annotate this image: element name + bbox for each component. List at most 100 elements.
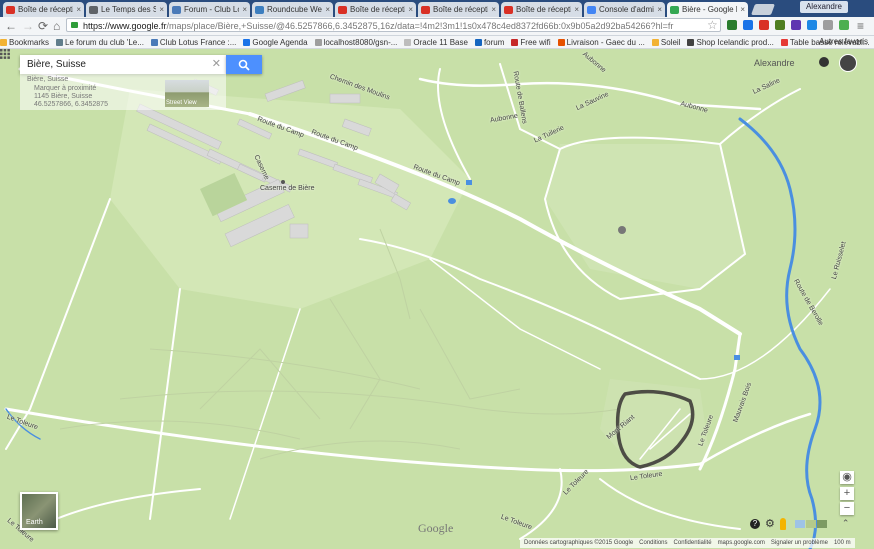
tab-close-icon[interactable]: × [242,5,247,14]
bookmark-item[interactable]: Oracle 11 Base [404,38,468,47]
browser-tab[interactable]: Bière - Google Maps× [667,2,748,17]
extension-icon[interactable] [727,20,737,30]
tabs: Boîte de réception×Le Temps des Serpe×Fo… [3,2,750,17]
extension-icon[interactable] [775,20,785,30]
help-icon[interactable]: ? [750,518,760,529]
profile-badge[interactable]: Alexandre [799,1,848,13]
report-problem-link[interactable]: Signaler un problème [771,540,828,546]
card-subtitle: Marquer à proximité [34,85,97,92]
browser-tab[interactable]: Boîte de réception× [335,2,416,17]
bookmark-label: Soleil [660,37,681,47]
layer-thumbnail[interactable] [794,519,805,528]
extension-icon[interactable] [839,20,849,30]
bookmark-label: localhost8080/gsn-... [323,37,398,47]
search-button[interactable] [226,55,262,74]
bookmark-star-icon[interactable]: ☆ [707,18,718,32]
tab-close-icon[interactable]: × [76,5,81,14]
tab-title: Boîte de réception [350,5,405,14]
zoom-in-button[interactable]: + [840,487,854,500]
google-logo: Google [418,521,454,535]
browser-tab[interactable]: Forum - Club Lotus× [169,2,250,17]
extension-icon[interactable] [743,20,753,30]
other-bookmarks[interactable]: Autres favoris [819,36,868,48]
tab-close-icon[interactable]: × [159,5,164,14]
bookmark-favicon-icon [557,38,565,46]
search-input[interactable] [27,57,202,71]
bookmark-item[interactable]: Google Agenda [243,37,308,47]
url-host: https://www.google.fr [83,21,167,31]
site-link[interactable]: maps.google.com [718,540,765,546]
menu-icon[interactable]: ≡ [857,18,864,34]
bookmark-item[interactable]: forum [474,37,505,47]
street-view-label: Street View [166,100,197,106]
zoom-out-button[interactable]: − [840,502,854,515]
bookmark-item[interactable]: Soleil [651,37,681,47]
tab-favicon-icon [255,5,264,14]
search-box: ✕ [20,55,226,74]
browser-tab[interactable]: Roundcube Webmail× [252,2,333,17]
map-canvas[interactable]: Route du Camp Route du Camp Route du Cam… [0,49,874,549]
avatar[interactable] [839,54,857,72]
bookmark-label: Club Lotus France :... [159,37,237,47]
bookmark-label: Oracle 11 Base [413,37,468,47]
bookmark-favicon-icon [150,38,158,46]
bookmark-item[interactable]: Club Lotus France :... [150,37,237,47]
close-icon[interactable]: ✕ [212,57,221,70]
tab-close-icon[interactable]: × [657,5,662,14]
extension-icon[interactable] [759,20,769,30]
privacy-link[interactable]: Confidentialité [674,540,712,546]
tab-favicon-icon [504,5,513,14]
browser-tab[interactable]: Boîte de réception× [418,2,499,17]
bookmark-item[interactable]: Livraison - Gaec du ... [557,38,645,47]
pegman-icon[interactable] [779,517,786,530]
browser-tab[interactable]: Boîte de réception× [3,2,84,17]
bookmark-favicon-icon [511,38,519,46]
account-name[interactable]: Alexandre [754,58,795,68]
bookmark-favicon-icon [780,38,788,46]
tab-close-icon[interactable]: × [740,5,745,14]
bookmark-label: forum [483,37,505,47]
bookmark-item[interactable]: Free wifi [511,38,551,47]
tab-close-icon[interactable]: × [408,5,413,14]
terms-link[interactable]: Conditions [639,540,667,546]
earth-label: Earth [26,519,43,526]
imagery-strip[interactable] [794,519,827,528]
bookmark-favicon-icon [474,38,482,46]
bookmark-item[interactable]: Bookmarks [0,38,49,47]
footer-bar: Données cartographiques ©2015 Google Con… [520,538,855,548]
earth-view-toggle[interactable]: Earth [20,492,58,530]
url-path: /maps/place/Bière,+Suisse/@46.5257866,6.… [166,21,674,31]
back-arrow-icon[interactable]: ← [5,18,17,34]
tab-close-icon[interactable]: × [574,5,579,14]
bottom-tools: ? ⚙ ⌃ [750,517,849,530]
gear-icon[interactable]: ⚙ [765,517,775,530]
browser-tab[interactable]: Le Temps des Serpe× [86,2,167,17]
extensions-toolbar [727,20,849,30]
reload-icon[interactable]: ⟳ [38,18,48,34]
collapse-icon[interactable]: ⌃ [842,518,850,529]
tab-close-icon[interactable]: × [325,5,330,14]
bookmark-label: Google Agenda [252,37,308,47]
place-card[interactable]: Bière, Suisse Marquer à proximité 1145 B… [20,74,226,110]
new-tab-button[interactable] [750,4,776,15]
bookmark-item[interactable]: localhost8080/gsn-... [314,37,398,47]
layer-thumbnail[interactable] [816,519,827,528]
tab-close-icon[interactable]: × [491,5,496,14]
map-footer: Données cartographiques ©2015 Google Con… [0,537,874,549]
browser-tab[interactable]: Console d'administr× [584,2,665,17]
extension-icon[interactable] [791,20,801,30]
location-icon[interactable]: ◉ [840,471,854,484]
tab-title: Forum - Club Lotus [184,5,239,14]
layer-thumbnail[interactable] [805,519,816,528]
bookmark-item[interactable]: Le forum du club 'Le... [56,38,144,47]
forward-arrow-icon[interactable]: → [22,18,34,34]
extension-icon[interactable] [807,20,817,30]
extension-icon[interactable] [823,20,833,30]
home-icon[interactable]: ⌂ [53,18,60,34]
notifications-icon[interactable] [819,57,829,67]
bookmark-item[interactable]: Shop Icelandic prod... [687,38,774,47]
browser-tab[interactable]: Boîte de réception× [501,2,582,17]
scale-bar[interactable]: 100 m [834,540,851,546]
address-bar[interactable]: https://www.google.fr/maps/place/Bière,+… [66,18,721,32]
apps-grid-icon[interactable] [0,49,10,59]
